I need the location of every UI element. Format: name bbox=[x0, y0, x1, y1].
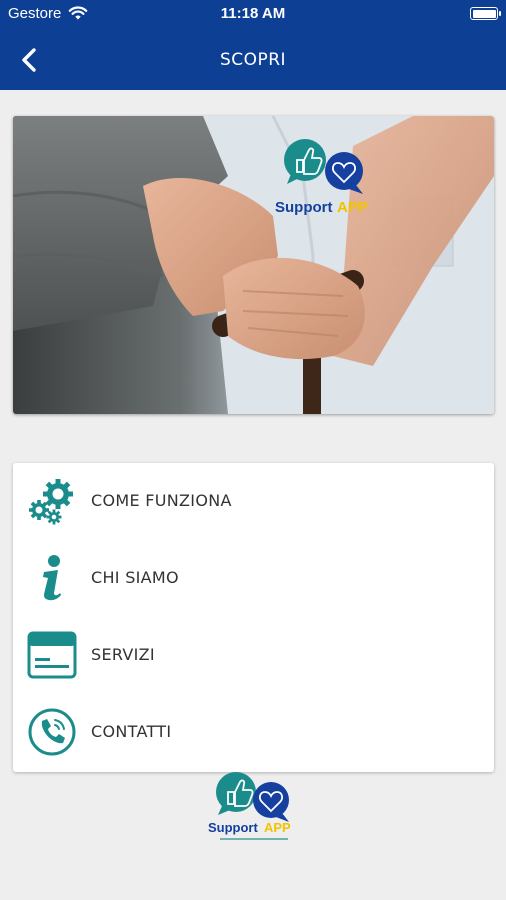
navigation-bar: SCOPRI bbox=[0, 28, 506, 90]
hero-photo: Support APP bbox=[13, 116, 494, 414]
battery-icon bbox=[470, 7, 501, 20]
menu-item-contatti[interactable]: CONTATTI bbox=[13, 694, 494, 771]
phone-icon bbox=[28, 708, 76, 756]
info-icon bbox=[43, 555, 61, 601]
footer-brand-name-part2: APP bbox=[264, 820, 291, 835]
status-time: 11:18 AM bbox=[220, 5, 286, 22]
menu-card: COME FUNZIONA CHI SIAMO SERVIZI CONTATTI bbox=[13, 463, 494, 772]
menu-item-label: SERVIZI bbox=[91, 645, 155, 664]
calendar-card-icon bbox=[27, 631, 77, 679]
menu-item-label: CONTATTI bbox=[91, 722, 172, 741]
gears-icon bbox=[29, 479, 73, 525]
menu-item-label: CHI SIAMO bbox=[91, 568, 179, 587]
menu-item-servizi[interactable]: SERVIZI bbox=[13, 617, 494, 694]
hero-brand-name-part1: Support bbox=[275, 199, 333, 216]
menu-item-label: COME FUNZIONA bbox=[91, 491, 232, 510]
status-bar: Gestore 11:18 AM bbox=[0, 0, 506, 28]
hero-image: Support APP bbox=[13, 116, 494, 414]
footer-brand-name-part1: Support bbox=[208, 820, 258, 835]
page-title: SCOPRI bbox=[219, 50, 287, 70]
menu-item-come-funziona[interactable]: COME FUNZIONA bbox=[13, 463, 494, 540]
footer-brand-logo: Support APP bbox=[208, 772, 291, 840]
menu-item-chi-siamo[interactable]: CHI SIAMO bbox=[13, 540, 494, 617]
hero-brand-name-part2: APP bbox=[337, 199, 368, 216]
